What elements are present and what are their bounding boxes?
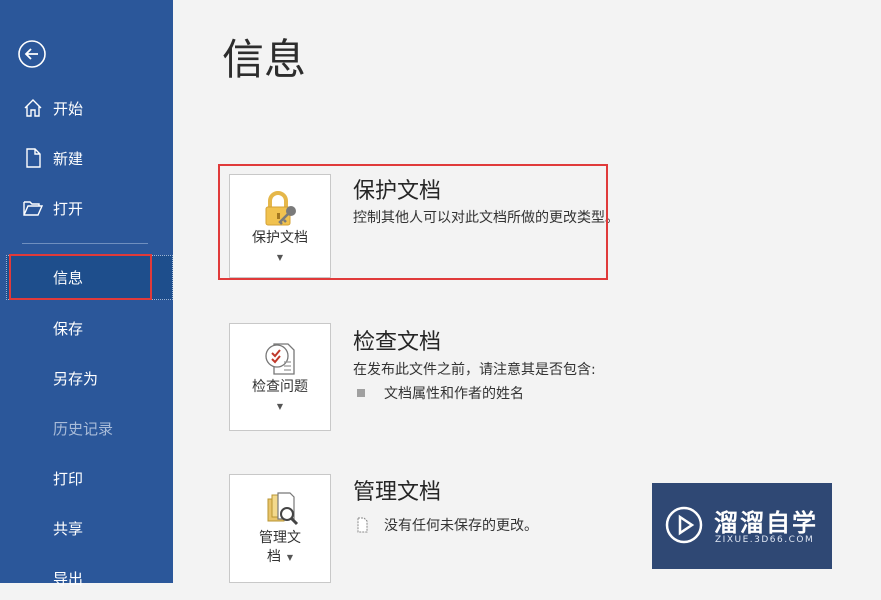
check-issues-button[interactable]: 检查问题 ▼: [229, 323, 331, 431]
manage-document-icon: [267, 492, 299, 526]
sidebar-item-print[interactable]: 打印: [0, 456, 173, 500]
sidebar-item-label: 导出: [53, 569, 84, 588]
home-icon: [24, 99, 42, 117]
document-status-icon: [357, 517, 368, 533]
manage-document-title: 管理文档: [353, 480, 442, 505]
back-arrow-icon[interactable]: [17, 39, 47, 69]
inspect-document-title: 检查文档: [353, 330, 442, 355]
sidebar-item-history: 历史记录: [0, 406, 173, 450]
check-issues-label: 检查问题: [252, 379, 308, 395]
open-folder-icon: [23, 201, 44, 216]
new-document-icon: [26, 148, 41, 168]
sidebar-item-label: 保存: [53, 319, 84, 338]
play-logo-icon: [665, 506, 703, 544]
bullet-square-icon: [357, 389, 365, 397]
sidebar-item-label: 打印: [53, 469, 84, 488]
page-title: 信息: [222, 35, 307, 84]
sidebar-item-label: 历史记录: [53, 419, 114, 438]
inspect-document-description: 在发布此文件之前，请注意其是否包含:: [353, 362, 596, 378]
manage-document-label-line1: 管理文: [259, 530, 301, 546]
sidebar-item-open[interactable]: 打开: [0, 186, 173, 230]
watermark-logo: 溜溜自学 ZIXUE.3D66.COM: [652, 483, 832, 569]
list-item: 文档属性和作者的姓名: [357, 383, 524, 403]
sidebar-item-new[interactable]: 新建: [0, 136, 173, 180]
info-highlight-outline: [9, 254, 152, 300]
sidebar-item-home[interactable]: 开始: [0, 86, 173, 130]
dropdown-caret-icon: ▼: [286, 553, 294, 562]
sidebar-divider: [22, 243, 148, 244]
dropdown-caret-icon: ▼: [276, 402, 284, 411]
manage-status-row: 没有任何未保存的更改。: [355, 515, 538, 535]
sidebar-item-label: 共享: [53, 519, 84, 538]
bullet-text: 文档属性和作者的姓名: [384, 386, 524, 402]
manage-document-description: 没有任何未保存的更改。: [384, 518, 538, 534]
sidebar-item-label: 开始: [53, 99, 84, 118]
manage-document-button[interactable]: 管理文 档 ▼: [229, 474, 331, 583]
sidebar-item-label: 另存为: [53, 369, 99, 388]
watermark-text: 溜溜自学: [714, 509, 818, 537]
sidebar-item-save[interactable]: 保存: [0, 306, 173, 350]
protect-highlight-outline: [218, 164, 608, 280]
inspect-document-icon: [265, 343, 295, 375]
sidebar-item-export[interactable]: 导出: [0, 556, 173, 600]
sidebar-item-share[interactable]: 共享: [0, 506, 173, 550]
sidebar-item-save-as[interactable]: 另存为: [0, 356, 173, 400]
sidebar-item-label: 打开: [53, 199, 84, 218]
watermark-subtext: ZIXUE.3D66.COM: [715, 535, 815, 545]
backstage-sidebar: 开始 新建 打开 信息 保存 另存为 历史记录 打印 共享 导出: [0, 0, 173, 588]
sidebar-item-label: 新建: [53, 149, 84, 168]
